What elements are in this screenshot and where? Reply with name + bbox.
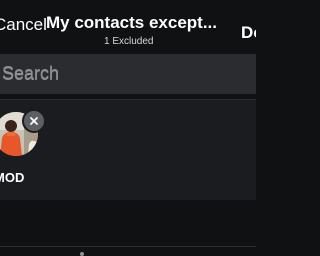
divider [0, 246, 256, 247]
search-input[interactable] [2, 62, 202, 86]
list-item-indicator [80, 252, 84, 256]
contacts-except-screen: Cancel My contacts except... 1 Excluded … [0, 0, 256, 256]
excluded-contact-chip[interactable]: MOD [0, 109, 54, 192]
remove-contact-button[interactable] [22, 109, 46, 133]
navigation-header: Cancel My contacts except... 1 Excluded … [0, 0, 256, 58]
close-icon [30, 117, 38, 125]
excluded-count: 1 Excluded [104, 36, 154, 47]
cancel-button[interactable]: Cancel [0, 15, 47, 35]
search-bar[interactable] [0, 54, 256, 94]
done-button[interactable]: Done [241, 23, 256, 43]
contact-name: MOD [0, 170, 25, 185]
page-title: My contacts except... [46, 13, 218, 32]
